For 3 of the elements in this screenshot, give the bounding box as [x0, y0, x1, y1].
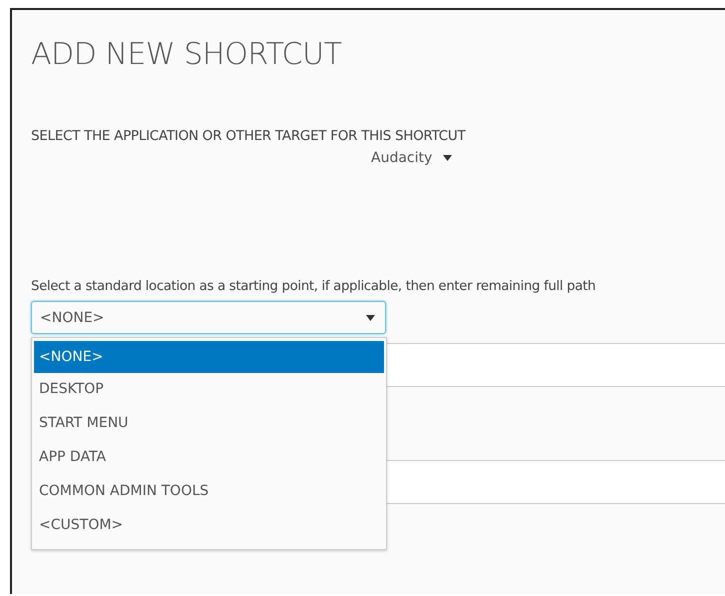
instruction-text: Select a standard location as a starting point, if applicable, then enter remaining full path	[31, 279, 596, 294]
target-label: SELECT THE APPLICATION OR OTHER TARGET FOR THIS SHORTCUT	[31, 128, 466, 144]
page-title: ADD NEW SHORTCUT	[31, 37, 342, 72]
